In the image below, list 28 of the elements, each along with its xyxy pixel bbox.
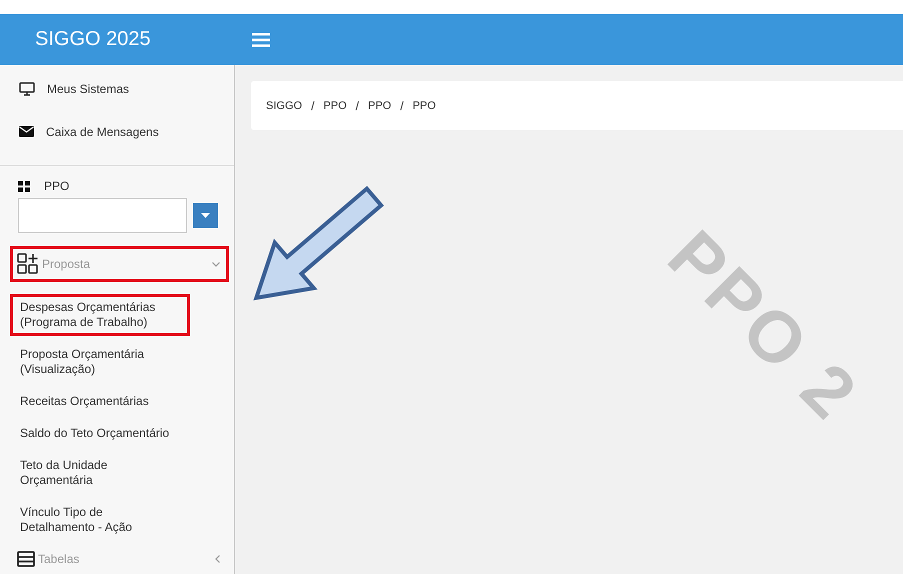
- submenu-item[interactable]: Teto da Unidade Orçamentária: [10, 452, 190, 494]
- module-select-field[interactable]: [18, 198, 187, 233]
- breadcrumb-separator: /: [356, 98, 359, 112]
- submenu-item[interactable]: Despesas Orçamentárias (Programa de Trabalho): [10, 294, 190, 336]
- menu-icon[interactable]: [252, 32, 270, 46]
- chevron-down-icon: [212, 262, 220, 266]
- module-label: PPO: [44, 179, 70, 193]
- submenu-item[interactable]: Proposta Orçamentária (Visualização): [10, 341, 190, 383]
- envelope-icon: [19, 126, 34, 137]
- sidebar-link[interactable]: Caixa de Mensagens: [46, 124, 159, 138]
- breadcrumb-link[interactable]: PPO: [323, 100, 347, 112]
- dropdown-button[interactable]: [193, 203, 218, 228]
- breadcrumb-separator: /: [311, 98, 314, 112]
- submenu-item[interactable]: Vínculo Tipo de Detalhamento - Ação: [10, 499, 190, 541]
- submenu-item[interactable]: Saldo do Teto Orçamentário: [10, 420, 180, 447]
- table-icon: [17, 551, 35, 567]
- breadcrumb-link[interactable]: PPO: [412, 100, 436, 112]
- grid-icon: [18, 180, 30, 192]
- app-title: SIGGO 2025: [34, 28, 152, 51]
- breadcrumb-link[interactable]: SIGGO: [266, 100, 302, 112]
- monitor-icon: [19, 82, 35, 96]
- caret-icon: [201, 213, 210, 218]
- apps-add-icon: [17, 253, 39, 275]
- breadcrumb-separator: /: [400, 98, 404, 112]
- submenu-item[interactable]: Receitas Orçamentárias: [10, 388, 159, 415]
- breadcrumb-link[interactable]: PPO: [368, 100, 392, 112]
- sidebar-link[interactable]: Meus Sistemas: [47, 82, 130, 96]
- chevron-left-icon: [215, 555, 220, 563]
